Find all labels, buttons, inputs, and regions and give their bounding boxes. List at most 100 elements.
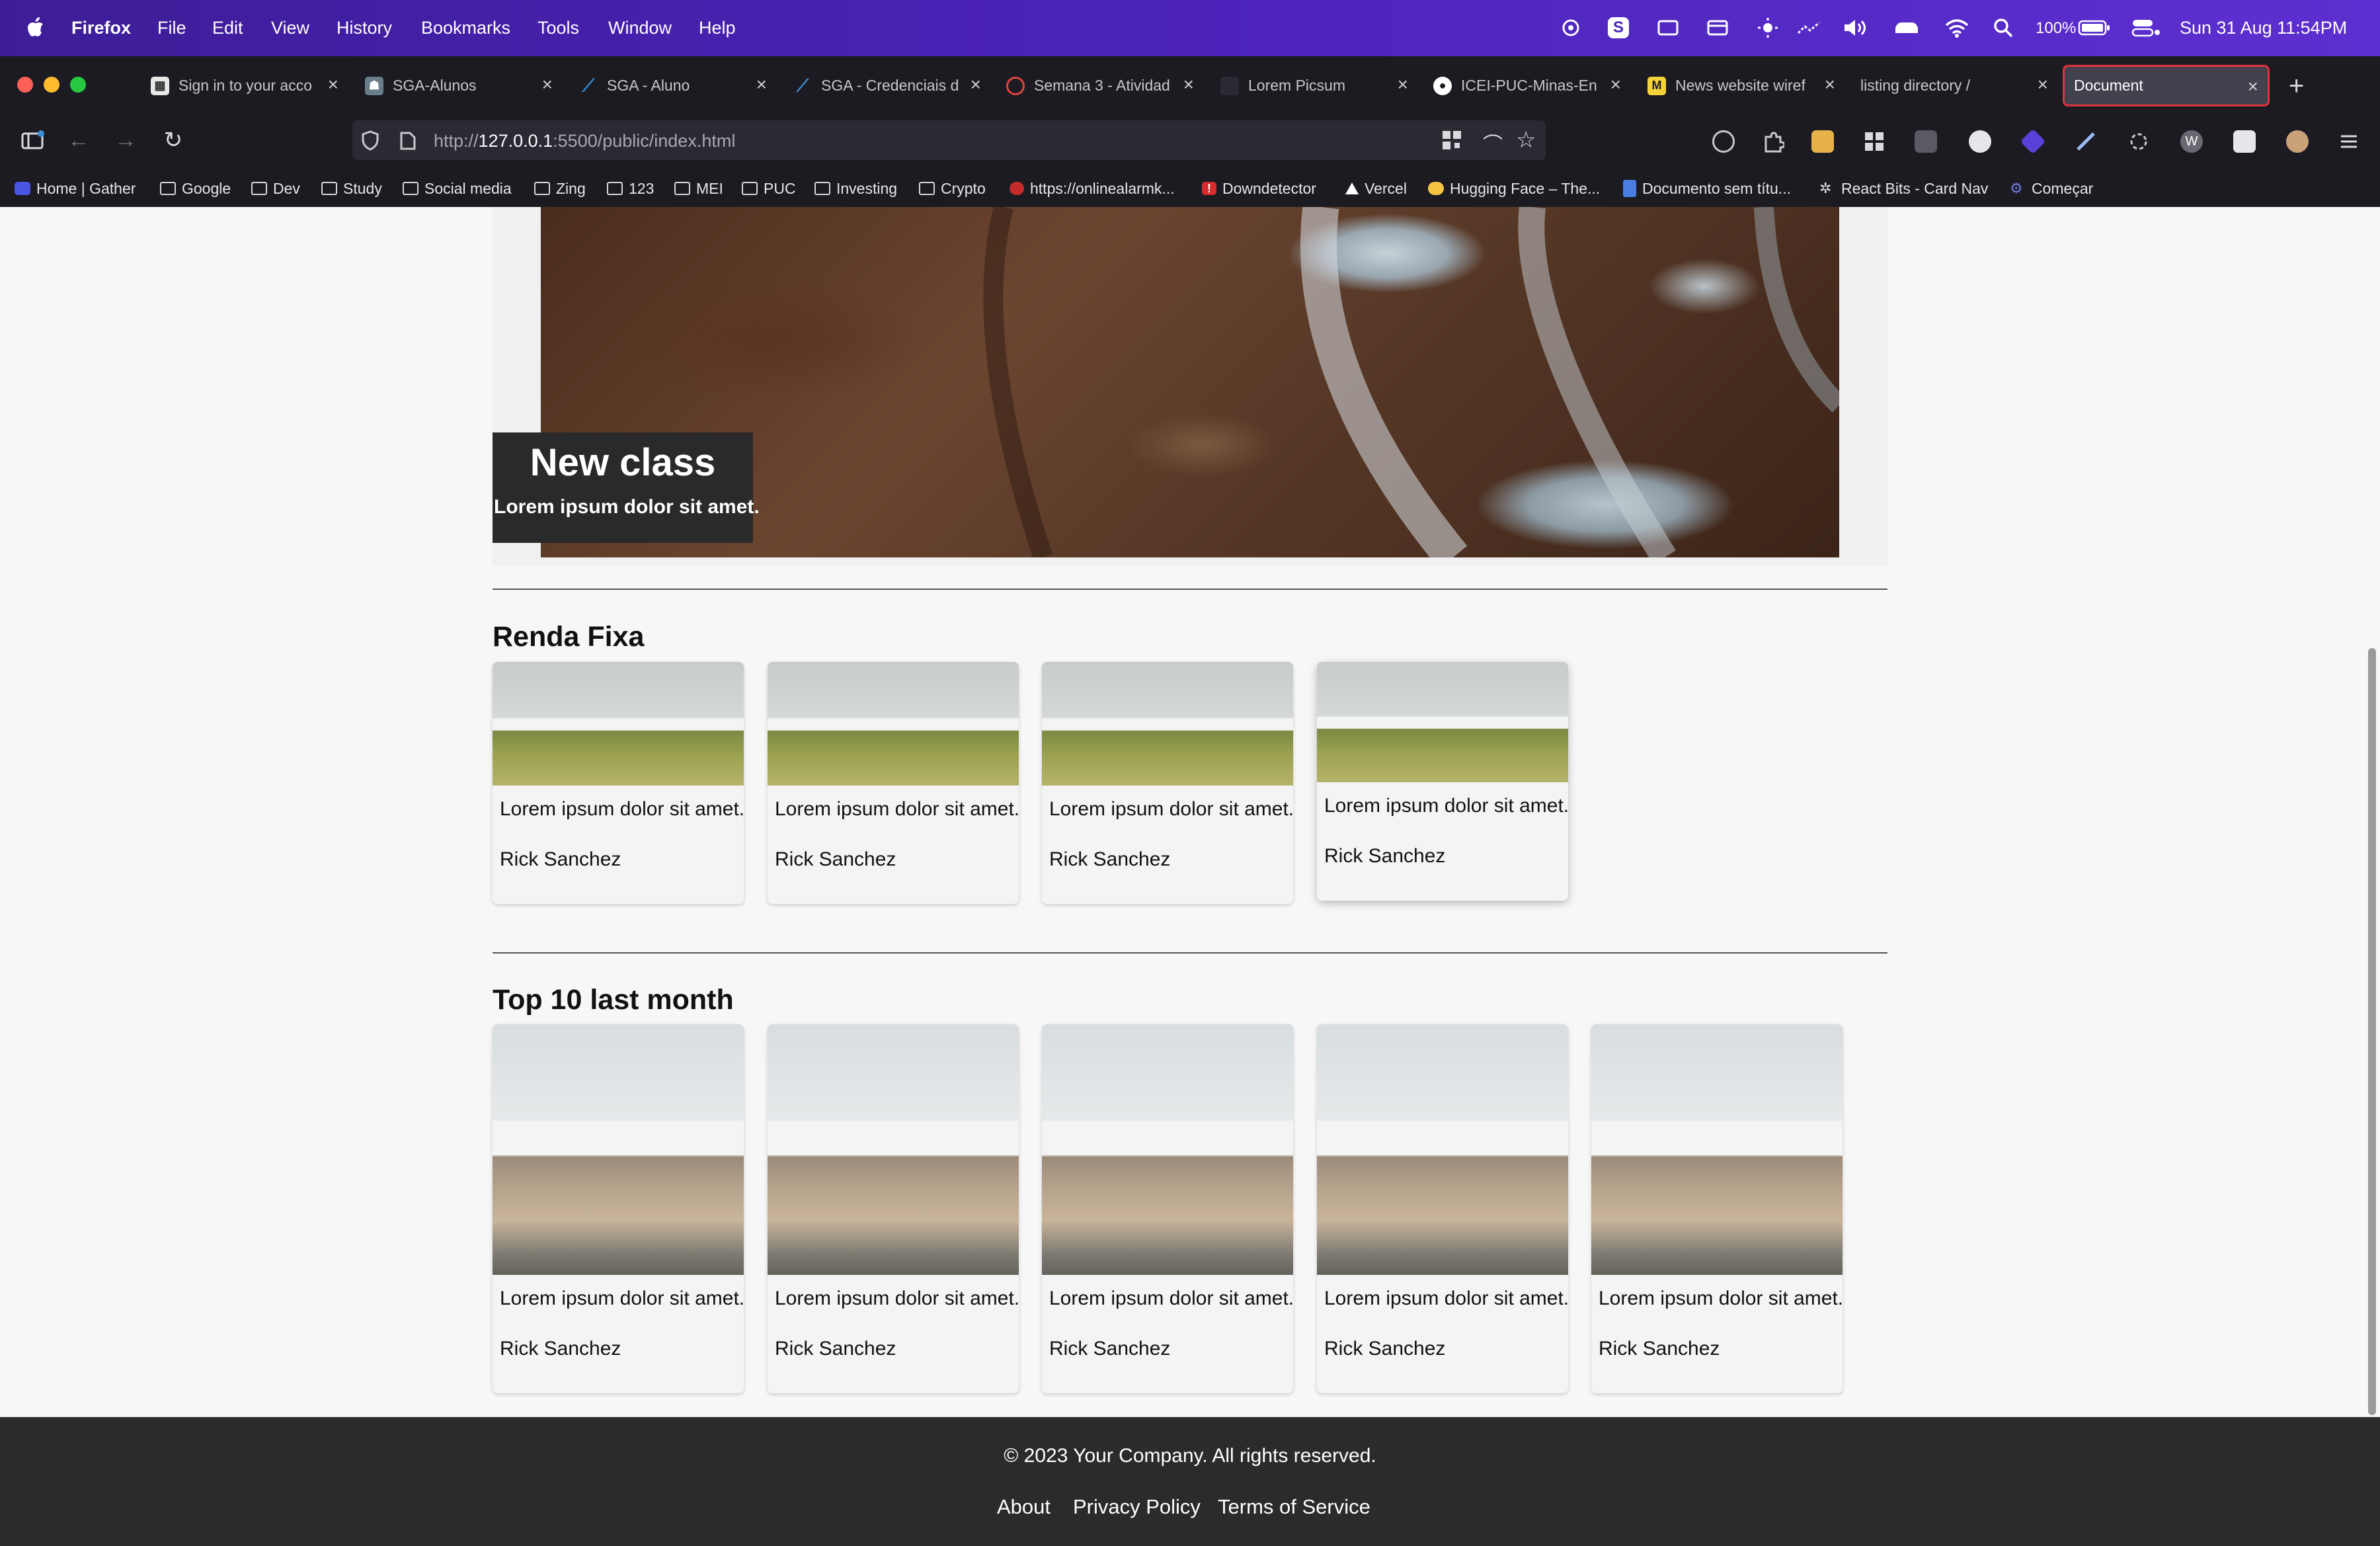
tab-news-wireframe[interactable]: M News website wiref ×: [1647, 65, 1839, 106]
extension-icon-8[interactable]: W: [2180, 130, 2203, 153]
card-top-10-4[interactable]: Lorem ipsum dolor sit amet. Rick Sanchez: [1317, 1024, 1568, 1393]
bookmark-folder-investing[interactable]: Investing: [814, 179, 897, 198]
tab-sga-credenciais[interactable]: ⟋ SGA - Credenciais d ×: [793, 65, 985, 106]
menu-history[interactable]: History: [337, 0, 392, 56]
vpn-status-icon[interactable]: [1893, 14, 1920, 42]
window-zoom-button[interactable]: [70, 77, 86, 93]
battery-icon[interactable]: [2077, 14, 2112, 42]
tracking-shield-icon[interactable]: [360, 130, 380, 154]
menu-window[interactable]: Window: [608, 0, 672, 56]
tab-close-icon[interactable]: ×: [1398, 75, 1408, 95]
menu-view[interactable]: View: [271, 0, 309, 56]
tab-close-icon[interactable]: ×: [542, 75, 553, 95]
extension-icon-6[interactable]: [2075, 130, 2097, 153]
tab-lorem-picsum[interactable]: Lorem Picsum ×: [1220, 65, 1412, 106]
card-top-10-1[interactable]: Lorem ipsum dolor sit amet. Rick Sanchez: [493, 1024, 744, 1393]
extension-icon-5[interactable]: [2020, 128, 2046, 155]
bookmark-downdetector[interactable]: ! Downdetector: [1202, 179, 1316, 198]
hamburger-menu-icon[interactable]: [2338, 130, 2360, 153]
extensions-puzzle-icon[interactable]: [1762, 130, 1786, 153]
footer-link-terms-of-service[interactable]: Terms of Service: [1218, 1495, 1370, 1519]
menu-help[interactable]: Help: [699, 0, 736, 56]
tab-semana-3[interactable]: Semana 3 - Atividad ×: [1006, 65, 1198, 106]
extension-icon-3[interactable]: [1915, 130, 1937, 153]
menu-bookmarks[interactable]: Bookmarks: [421, 0, 510, 56]
tab-close-icon[interactable]: ×: [971, 75, 981, 95]
focus-status-icon[interactable]: [1796, 14, 1822, 42]
volume-icon[interactable]: [1842, 14, 1868, 42]
new-tab-icon[interactable]: +: [2289, 69, 2304, 102]
bookmark-folder-social-media[interactable]: Social media: [403, 179, 512, 198]
window-close-button[interactable]: [17, 77, 33, 93]
menubar-clock[interactable]: Sun 31 Aug 11:54PM: [2180, 0, 2347, 56]
bookmark-react-bits[interactable]: ✲ React Bits - Card Nav: [1819, 179, 1988, 198]
sidebar-toggle-icon[interactable]: [18, 126, 47, 155]
bookmark-folder-study[interactable]: Study: [321, 179, 382, 198]
tab-sga-alunos[interactable]: ☗ SGA-Alunos ×: [365, 65, 557, 106]
menu-file[interactable]: File: [157, 0, 186, 56]
bookmark-folder-crypto[interactable]: Crypto: [919, 179, 986, 198]
apple-menu-icon[interactable]: [25, 0, 45, 56]
footer-link-privacy-policy[interactable]: Privacy Policy: [1073, 1495, 1201, 1519]
qr-code-icon[interactable]: [1441, 130, 1462, 154]
profile-avatar-icon[interactable]: [2286, 130, 2309, 153]
brightness-icon[interactable]: [1756, 14, 1780, 42]
bookmark-folder-mei[interactable]: MEI: [674, 179, 723, 198]
card-top-10-3[interactable]: Lorem ipsum dolor sit amet. Rick Sanchez: [1042, 1024, 1293, 1393]
card-renda-fixa-4[interactable]: Lorem ipsum dolor sit amet. Rick Sanchez: [1317, 662, 1568, 901]
tab-github-icei[interactable]: ● ICEI-PUC-Minas-En ×: [1433, 65, 1625, 106]
bookmark-folder-123[interactable]: 123: [607, 179, 654, 198]
bookmark-vercel[interactable]: Vercel: [1345, 179, 1407, 198]
tab-close-icon[interactable]: ×: [2038, 75, 2048, 95]
menu-tools[interactable]: Tools: [537, 0, 579, 56]
extension-icon-2[interactable]: [1863, 130, 1885, 153]
tab-sga-aluno[interactable]: ⟋ SGA - Aluno ×: [579, 65, 771, 106]
display-status-icon[interactable]: [1656, 14, 1680, 42]
wifi-icon[interactable]: [1944, 14, 1970, 42]
bookmark-folder-google[interactable]: Google: [160, 179, 231, 198]
url-text[interactable]: http://127.0.0.1:5500/public/index.html: [434, 131, 735, 151]
page-scrollbar[interactable]: [2368, 648, 2376, 1415]
skype-status-icon[interactable]: S: [1606, 14, 1630, 42]
tab-close-icon[interactable]: ×: [328, 75, 338, 95]
tab-close-icon[interactable]: ×: [756, 75, 767, 95]
url-bar[interactable]: http://127.0.0.1:5500/public/index.html …: [352, 120, 1546, 160]
control-center-icon[interactable]: [2130, 14, 2162, 42]
footer-link-about[interactable]: About: [997, 1495, 1051, 1519]
tab-close-icon[interactable]: ×: [1610, 75, 1621, 95]
window-minimize-button[interactable]: [44, 77, 60, 93]
reload-icon[interactable]: ↻: [159, 126, 188, 155]
bookmark-folder-dev[interactable]: Dev: [251, 179, 300, 198]
back-arrow-icon[interactable]: ←: [64, 126, 93, 155]
tab-close-icon[interactable]: ×: [1825, 75, 1835, 95]
bookmark-folder-zing[interactable]: Zing: [534, 179, 586, 198]
card-renda-fixa-1[interactable]: Lorem ipsum dolor sit amet. Rick Sanchez: [493, 662, 744, 904]
tab-close-icon[interactable]: ×: [2248, 77, 2258, 97]
extension-icon-7[interactable]: [2127, 130, 2150, 153]
forward-arrow-icon[interactable]: →: [111, 126, 140, 155]
spotlight-search-icon[interactable]: [1991, 14, 2015, 42]
tab-document-active[interactable]: Document ×: [2063, 65, 2270, 106]
bookmark-onlinealarm[interactable]: https://onlinealarmk...: [1010, 179, 1175, 198]
account-icon[interactable]: [1712, 130, 1735, 153]
page-info-icon[interactable]: [399, 131, 417, 154]
tab-listing-directory[interactable]: listing directory / ×: [1860, 65, 2052, 106]
card-renda-fixa-2[interactable]: Lorem ipsum dolor sit amet. Rick Sanchez: [768, 662, 1019, 904]
extension-icon-1[interactable]: [1811, 130, 1834, 153]
bookmark-folder-puc[interactable]: PUC: [742, 179, 796, 198]
bookmark-star-icon[interactable]: ☆: [1516, 127, 1536, 153]
card-renda-fixa-3[interactable]: Lorem ipsum dolor sit amet. Rick Sanchez: [1042, 662, 1293, 904]
bookmark-home-gather[interactable]: Home | Gather: [15, 179, 136, 198]
card-top-10-2[interactable]: Lorem ipsum dolor sit amet. Rick Sanchez: [768, 1024, 1019, 1393]
app-menu-firefox[interactable]: Firefox: [71, 0, 131, 56]
extension-icon-4[interactable]: [1969, 130, 1991, 153]
bookmark-comecar[interactable]: ⚙ Começar: [2010, 179, 2093, 198]
tab-sign-in[interactable]: ▦ Sign in to your acco ×: [151, 65, 342, 106]
tab-close-icon[interactable]: ×: [1183, 75, 1194, 95]
reader-view-icon[interactable]: ⌒: [1483, 128, 1503, 157]
extension-icon-9[interactable]: [2233, 130, 2256, 153]
bookmark-hugging-face[interactable]: Hugging Face – The...: [1428, 179, 1600, 198]
menu-edit[interactable]: Edit: [212, 0, 243, 56]
bookmark-google-docs[interactable]: Documento sem títu...: [1623, 179, 1791, 198]
chatgpt-status-icon[interactable]: [1559, 14, 1583, 42]
